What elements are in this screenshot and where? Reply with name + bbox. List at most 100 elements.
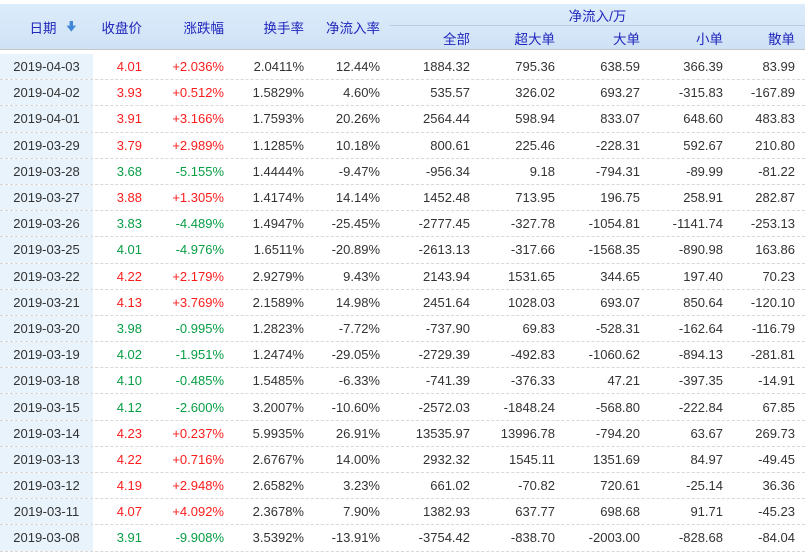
table-header: 日期 收盘价 涨跌幅 换手率 净流入率 净流入/万 全部 超大单 大单 小单 散… [0,4,805,50]
table-row: 2019-03-27 3.88 +1.305% 1.4174% 14.14% 1… [0,185,805,211]
cell-close-price: 4.22 [93,452,150,467]
cell-inflow-large: 638.59 [565,59,650,74]
cell-inflow-rate: -6.33% [312,373,390,388]
cell-date: 2019-03-21 [0,290,93,315]
column-header-turnover[interactable]: 换手率 [232,4,312,49]
column-header-inflow-rate[interactable]: 净流入率 [312,4,390,49]
cell-turnover: 1.5829% [232,85,312,100]
cell-inflow-large: 720.61 [565,478,650,493]
cell-close-price: 3.79 [93,138,150,153]
cell-inflow-rate: 9.43% [312,269,390,284]
cell-inflow-small: -890.98 [650,242,733,257]
cell-inflow-large: 196.75 [565,190,650,205]
column-header-super-large[interactable]: 超大单 [480,26,565,49]
cell-turnover: 2.0411% [232,59,312,74]
cell-change-pct: +0.716% [150,452,232,467]
cell-date: 2019-03-19 [0,342,93,367]
cell-inflow-small: -397.35 [650,373,733,388]
cell-inflow-all: 2143.94 [390,269,480,284]
cell-inflow-retail: -49.45 [733,452,805,467]
table-row: 2019-03-14 4.23 +0.237% 5.9935% 26.91% 1… [0,421,805,447]
cell-inflow-super-large: 1028.03 [480,295,565,310]
cell-close-price: 4.10 [93,373,150,388]
cell-turnover: 1.4444% [232,164,312,179]
cell-inflow-all: -741.39 [390,373,480,388]
cell-date: 2019-03-15 [0,394,93,419]
column-header-retail[interactable]: 散单 [733,26,805,49]
cell-inflow-rate: 7.90% [312,504,390,519]
cell-turnover: 2.1589% [232,295,312,310]
table-row: 2019-03-13 4.22 +0.716% 2.6767% 14.00% 2… [0,447,805,473]
cell-turnover: 2.6767% [232,452,312,467]
column-header-all[interactable]: 全部 [390,26,480,49]
cell-close-price: 3.98 [93,321,150,336]
cell-date: 2019-03-20 [0,316,93,341]
table-row: 2019-04-03 4.01 +2.036% 2.0411% 12.44% 1… [0,54,805,80]
cell-turnover: 1.5485% [232,373,312,388]
cell-change-pct: -1.951% [150,347,232,362]
cell-inflow-large: 1351.69 [565,452,650,467]
cell-date: 2019-04-03 [0,54,93,79]
cell-inflow-small: 84.97 [650,452,733,467]
cell-turnover: 2.9279% [232,269,312,284]
cell-close-price: 3.88 [93,190,150,205]
cell-date: 2019-03-22 [0,264,93,289]
cell-inflow-retail: -116.79 [733,321,805,336]
cell-inflow-all: 535.57 [390,85,480,100]
cell-inflow-rate: 4.60% [312,85,390,100]
column-header-large[interactable]: 大单 [565,26,650,49]
cell-inflow-all: -2777.45 [390,216,480,231]
column-header-change[interactable]: 涨跌幅 [150,4,232,49]
cell-inflow-retail: -120.10 [733,295,805,310]
table-row: 2019-03-26 3.83 -4.489% 1.4947% -25.45% … [0,211,805,237]
cell-inflow-super-large: -317.66 [480,242,565,257]
cell-turnover: 3.5392% [232,530,312,545]
cell-date: 2019-04-02 [0,80,93,105]
cell-inflow-small: 850.64 [650,295,733,310]
cell-change-pct: +2.989% [150,138,232,153]
table-row: 2019-03-22 4.22 +2.179% 2.9279% 9.43% 21… [0,264,805,290]
cell-turnover: 2.6582% [232,478,312,493]
table-row: 2019-03-29 3.79 +2.989% 1.1285% 10.18% 8… [0,133,805,159]
cell-change-pct: -0.995% [150,321,232,336]
cell-change-pct: +0.512% [150,85,232,100]
net-inflow-group: 净流入/万 全部 超大单 大单 小单 散单 [390,4,805,49]
cell-inflow-super-large: -327.78 [480,216,565,231]
cell-inflow-super-large: 1545.11 [480,452,565,467]
cell-inflow-small: -828.68 [650,530,733,545]
column-header-date[interactable]: 日期 [0,4,93,49]
cell-turnover: 1.7593% [232,111,312,126]
cell-inflow-large: 698.68 [565,504,650,519]
cell-inflow-super-large: 795.36 [480,59,565,74]
cell-inflow-super-large: 9.18 [480,164,565,179]
cell-inflow-all: 2451.64 [390,295,480,310]
cell-date: 2019-03-08 [0,525,93,550]
cell-close-price: 4.01 [93,59,150,74]
cell-inflow-super-large: 225.46 [480,138,565,153]
cell-inflow-rate: -10.60% [312,400,390,415]
cell-inflow-super-large: 1531.65 [480,269,565,284]
cell-inflow-retail: 83.99 [733,59,805,74]
table-row: 2019-03-18 4.10 -0.485% 1.5485% -6.33% -… [0,368,805,394]
cell-inflow-retail: -281.81 [733,347,805,362]
sort-desc-icon [65,20,78,33]
cell-date: 2019-03-14 [0,421,93,446]
cell-inflow-super-large: -492.83 [480,347,565,362]
cell-date: 2019-03-26 [0,211,93,236]
cell-inflow-retail: 269.73 [733,426,805,441]
cell-inflow-large: 693.07 [565,295,650,310]
cell-inflow-retail: 163.86 [733,242,805,257]
table-row: 2019-03-08 3.91 -9.908% 3.5392% -13.91% … [0,525,805,551]
cell-turnover: 1.4947% [232,216,312,231]
column-header-close[interactable]: 收盘价 [93,4,150,49]
column-header-small[interactable]: 小单 [650,26,733,49]
cell-inflow-small: -25.14 [650,478,733,493]
cell-inflow-large: -228.31 [565,138,650,153]
cell-inflow-retail: -253.13 [733,216,805,231]
cell-close-price: 4.13 [93,295,150,310]
table-row: 2019-03-21 4.13 +3.769% 2.1589% 14.98% 2… [0,290,805,316]
cell-inflow-large: 833.07 [565,111,650,126]
cell-inflow-large: -794.31 [565,164,650,179]
table-row: 2019-03-15 4.12 -2.600% 3.2007% -10.60% … [0,394,805,420]
cell-inflow-small: 197.40 [650,269,733,284]
